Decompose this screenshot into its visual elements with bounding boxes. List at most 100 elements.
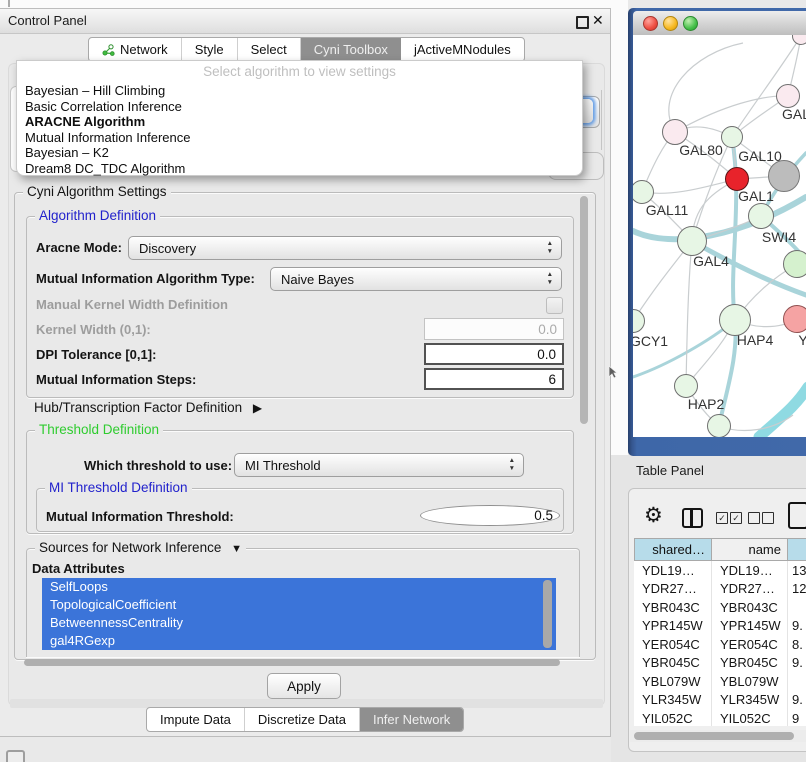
- dropdown-item-dream8[interactable]: Dream8 DC_TDC Algorithm: [25, 161, 185, 176]
- network-node-hap2[interactable]: [674, 374, 698, 398]
- bottom-tabbar: Impute Data Discretize Data Infer Networ…: [146, 707, 464, 732]
- hub-transcription-factor-toggle[interactable]: Hub/Transcription Factor Definition ▶: [34, 400, 262, 415]
- algorithm-definition-title: Algorithm Definition: [35, 208, 160, 223]
- table-row[interactable]: YDR27…YDR27…12: [634, 580, 806, 599]
- select-all-icon[interactable]: ✓: [730, 512, 742, 524]
- tab-cyni-toolbox[interactable]: Cyni Toolbox: [301, 38, 401, 61]
- expand-arrow-icon: ▶: [253, 401, 262, 415]
- tab-select[interactable]: Select: [238, 38, 301, 61]
- network-node-gal[interactable]: [776, 84, 800, 108]
- table-header-row: shared… name: [634, 538, 806, 561]
- node-label-y: Y: [798, 332, 806, 348]
- select-all-icon[interactable]: ✓: [716, 512, 728, 524]
- table-row[interactable]: YBR043CYBR043C: [634, 598, 806, 617]
- kernel-width-field[interactable]: 0.0: [424, 318, 564, 340]
- table-row[interactable]: YBL079WYBL079W: [634, 672, 806, 691]
- aracne-mode-label: Aracne Mode:: [36, 240, 122, 255]
- network-node-gal4[interactable]: [677, 226, 707, 256]
- dropdown-item-basic-correlation[interactable]: Basic Correlation Inference: [25, 99, 182, 114]
- mi-threshold-label: Mutual Information Threshold:: [46, 509, 234, 524]
- aracne-mode-combobox[interactable]: Discovery ▲▼: [128, 236, 562, 260]
- dpi-tolerance-label: DPI Tolerance [0,1]:: [36, 347, 156, 362]
- control-panel-tabbar: Network Style Select Cyni Toolbox jActiv…: [88, 37, 525, 62]
- document-icon[interactable]: [788, 502, 806, 529]
- network-node-y[interactable]: [783, 305, 806, 333]
- deselect-all-icon[interactable]: [748, 512, 760, 524]
- network-node-bottom[interactable]: [707, 414, 731, 437]
- close-traffic-light-icon[interactable]: [643, 16, 658, 31]
- table-panel-title: Table Panel: [636, 463, 704, 478]
- which-threshold-combobox[interactable]: MI Threshold ▲▼: [234, 453, 524, 477]
- sources-group-title[interactable]: Sources for Network Inference ▼: [35, 540, 246, 555]
- tab-infer-network[interactable]: Infer Network: [360, 708, 463, 731]
- table-row[interactable]: YDL19…YDL19…13: [634, 561, 806, 580]
- algorithm-dropdown-popup: Select algorithm to view settings Bayesi…: [16, 60, 583, 176]
- settings-vertical-scrollbar[interactable]: [580, 196, 588, 424]
- zoom-traffic-light-icon[interactable]: [683, 16, 698, 31]
- node-label-gal1: GAL1: [738, 188, 774, 204]
- node-label-hap2: HAP2: [688, 396, 725, 412]
- threshold-definition-title: Threshold Definition: [35, 422, 163, 437]
- table-row[interactable]: YLR345WYLR345W9.: [634, 691, 806, 710]
- tab-network-label: Network: [120, 42, 168, 57]
- tab-jactivemnodules[interactable]: jActiveMNodules: [401, 38, 524, 61]
- dropdown-item-bayesian-hill-climbing[interactable]: Bayesian – Hill Climbing: [25, 83, 165, 98]
- close-icon[interactable]: ✕: [592, 12, 604, 29]
- column-header-shared-name[interactable]: shared…: [634, 538, 712, 561]
- dpi-tolerance-field[interactable]: 0.0: [424, 343, 564, 365]
- list-item-betweennesscentrality[interactable]: BetweennessCentrality: [42, 614, 556, 632]
- combobox-arrows-icon: ▲▼: [509, 457, 515, 473]
- data-attributes-label: Data Attributes: [32, 561, 125, 576]
- table-row[interactable]: YBR045CYBR045C9.: [634, 654, 806, 673]
- background-strip-right: [611, 0, 628, 455]
- network-node-green-right[interactable]: [783, 250, 806, 278]
- dropdown-item-aracne[interactable]: ARACNE Algorithm: [25, 114, 145, 129]
- gear-icon[interactable]: ⚙: [644, 503, 663, 528]
- attributes-list-scrollbar[interactable]: [543, 580, 552, 648]
- manual-kernel-width-checkbox[interactable]: [546, 297, 563, 314]
- cyni-algorithm-settings-title: Cyni Algorithm Settings: [23, 184, 171, 199]
- network-node-swi4[interactable]: [748, 203, 774, 229]
- tab-style[interactable]: Style: [182, 38, 238, 61]
- node-label-hap4: HAP4: [737, 332, 774, 348]
- list-item-selfloops[interactable]: SelfLoops: [42, 578, 556, 596]
- network-view-window[interactable]: GAL80 GAL10 GAL1 GAL11 GAL4 SWI4 GCY1 HA…: [628, 8, 806, 456]
- table-row[interactable]: YPR145WYPR145W9.: [634, 617, 806, 636]
- network-node-gal10[interactable]: [721, 126, 743, 148]
- tab-impute-data[interactable]: Impute Data: [147, 708, 245, 731]
- list-item-topologicalcoefficient[interactable]: TopologicalCoefficient: [42, 596, 556, 614]
- mi-threshold-field[interactable]: 0.5: [420, 505, 560, 526]
- node-label-gal80: GAL80: [679, 142, 723, 158]
- table-horizontal-scrollbar[interactable]: [634, 732, 794, 740]
- column-header-partial[interactable]: [788, 538, 806, 561]
- tab-discretize-data[interactable]: Discretize Data: [245, 708, 360, 731]
- minimized-panel-icon[interactable]: [6, 750, 25, 762]
- table-row[interactable]: YER054CYER054C8.: [634, 635, 806, 654]
- dropdown-item-mutual-information[interactable]: Mutual Information Inference: [25, 130, 190, 145]
- node-label-gal: GAL: [782, 106, 806, 122]
- collapse-arrow-icon: ▼: [231, 543, 242, 555]
- mi-threshold-definition-title: MI Threshold Definition: [45, 480, 192, 495]
- network-canvas[interactable]: GAL80 GAL10 GAL1 GAL11 GAL4 SWI4 GCY1 HA…: [633, 35, 806, 437]
- apply-button[interactable]: Apply: [267, 673, 341, 699]
- network-window-titlebar[interactable]: [633, 11, 806, 36]
- node-table: shared… name YDL19…YDL19…13 YDR27…YDR27……: [634, 538, 806, 726]
- table-row[interactable]: YIL052CYIL052C9: [634, 709, 806, 726]
- float-window-icon[interactable]: [576, 16, 589, 29]
- data-attributes-list: SelfLoops TopologicalCoefficient Between…: [42, 578, 556, 650]
- mi-algorithm-type-label: Mutual Information Algorithm Type:: [36, 271, 255, 286]
- columns-icon[interactable]: [682, 508, 703, 528]
- mi-steps-label: Mutual Information Steps:: [36, 372, 196, 387]
- column-header-name[interactable]: name: [712, 538, 788, 561]
- minimize-traffic-light-icon[interactable]: [663, 16, 678, 31]
- dropdown-item-bayesian-k2[interactable]: Bayesian – K2: [25, 145, 109, 160]
- tab-network[interactable]: Network: [89, 38, 182, 61]
- top-edge-mark: [8, 0, 10, 7]
- settings-horizontal-scrollbar[interactable]: [24, 659, 560, 666]
- list-item-gal4rgexp[interactable]: gal4RGexp: [42, 632, 556, 650]
- mi-steps-field[interactable]: 6: [424, 368, 564, 390]
- deselect-all-icon[interactable]: [762, 512, 774, 524]
- table-body: YDL19…YDL19…13 YDR27…YDR27…12 YBR043CYBR…: [634, 561, 806, 726]
- mi-algorithm-type-combobox[interactable]: Naive Bayes ▲▼: [270, 267, 562, 291]
- kernel-width-label: Kernel Width (0,1):: [36, 322, 151, 337]
